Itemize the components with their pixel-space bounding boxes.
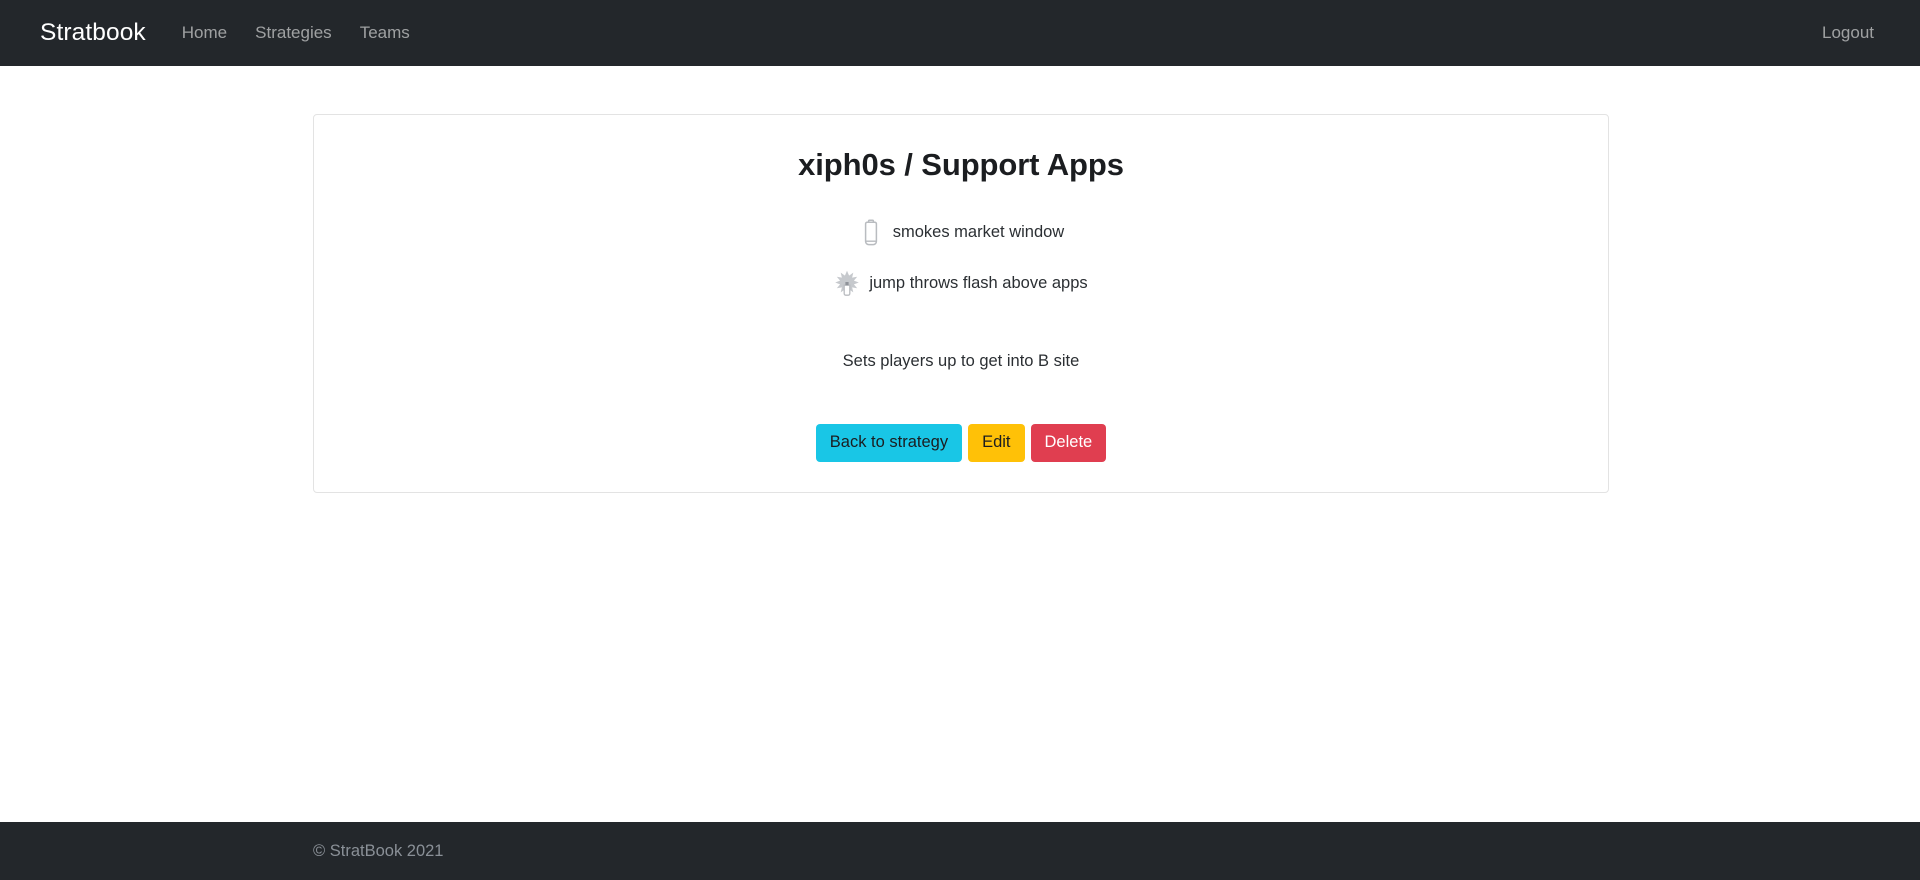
page-root: Stratbook Home Strategies Teams Logout x… <box>0 0 1920 880</box>
delete-button[interactable]: Delete <box>1030 423 1107 462</box>
ability-label: jump throws flash above apps <box>869 274 1088 293</box>
page-title: xiph0s / Support Apps <box>798 147 1124 182</box>
nav-link-strategies[interactable]: Strategies <box>255 23 332 42</box>
content-area: xiph0s / Support Apps smokes market wind… <box>0 66 1920 822</box>
strategy-detail-card: xiph0s / Support Apps smokes market wind… <box>313 114 1609 493</box>
nav-item-home: Home <box>182 23 227 43</box>
page-footer: © StratBook 2021 <box>0 822 1920 880</box>
top-navbar: Stratbook Home Strategies Teams Logout <box>0 0 1920 66</box>
nav-item-teams: Teams <box>360 23 410 43</box>
list-item: jump throws flash above apps <box>834 269 1088 299</box>
brand-logo[interactable]: Stratbook <box>40 19 146 47</box>
smoke-grenade-icon <box>858 218 884 248</box>
ability-list: smokes market window jump throws flash a… <box>338 184 1584 299</box>
ability-label: smokes market window <box>892 223 1065 242</box>
navbar-right-section: Logout <box>1822 23 1880 43</box>
action-button-row: Back to strategy Edit Delete <box>815 423 1107 462</box>
primary-nav: Home Strategies Teams <box>182 23 410 43</box>
nav-link-teams[interactable]: Teams <box>360 23 410 42</box>
flashbang-icon <box>834 269 860 299</box>
nav-link-home[interactable]: Home <box>182 23 227 42</box>
edit-button[interactable]: Edit <box>968 423 1025 462</box>
list-item: smokes market window <box>858 218 1064 248</box>
strategy-description: Sets players up to get into B site <box>842 351 1080 370</box>
footer-copyright: © StratBook 2021 <box>313 841 444 860</box>
back-to-strategy-button[interactable]: Back to strategy <box>815 423 963 462</box>
logout-link[interactable]: Logout <box>1822 23 1880 43</box>
nav-item-strategies: Strategies <box>255 23 332 43</box>
